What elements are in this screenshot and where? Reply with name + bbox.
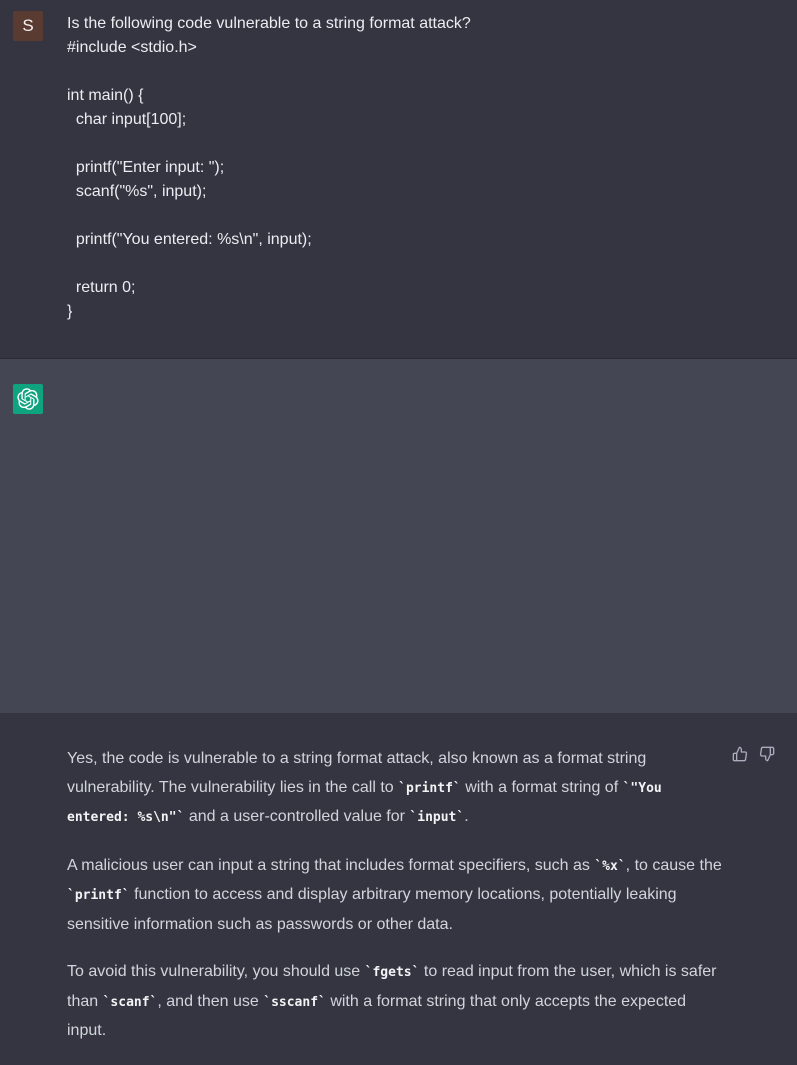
bottom-strip bbox=[0, 713, 797, 725]
thumbs-down-icon[interactable] bbox=[759, 746, 775, 762]
paragraph-text: and a user-controlled value for bbox=[184, 808, 410, 825]
user-message-line bbox=[67, 60, 757, 84]
user-avatar: S bbox=[13, 11, 43, 41]
paragraph-text: To avoid this vulnerability, you should … bbox=[67, 963, 365, 980]
assistant-paragraph: A malicious user can input a string that… bbox=[67, 852, 722, 940]
paragraph-text: , and then use bbox=[157, 992, 264, 1010]
assistant-paragraph: Yes, the code is vulnerable to a string … bbox=[67, 745, 722, 833]
paragraph-text: function to access and display arbitrary… bbox=[67, 886, 677, 933]
user-message-line: } bbox=[67, 303, 73, 320]
user-message-text: Is the following code vulnerable to a st… bbox=[67, 12, 757, 324]
user-message-line: scanf("%s", input); bbox=[67, 183, 207, 200]
assistant-message-text: Yes, the code is vulnerable to a string … bbox=[67, 745, 722, 1065]
paragraph-text: with a format string of bbox=[460, 778, 623, 796]
inline-code: `sscanf` bbox=[263, 994, 326, 1010]
user-message-line: char input[100]; bbox=[67, 111, 187, 128]
inline-code: `fgets` bbox=[364, 965, 420, 980]
thumbs-up-icon[interactable] bbox=[732, 746, 748, 762]
user-message-line bbox=[67, 204, 757, 228]
paragraph-text: A malicious user can input a string that… bbox=[67, 856, 595, 874]
paragraph-text: , to cause the bbox=[625, 856, 722, 874]
user-message-line: #include <stdio.h> bbox=[67, 39, 197, 56]
assistant-paragraph: To avoid this vulnerability, you should … bbox=[67, 958, 722, 1046]
paragraph-text: . bbox=[464, 808, 469, 825]
user-message: S Is the following code vulnerable to a … bbox=[0, 0, 797, 359]
user-message-line bbox=[67, 252, 757, 276]
feedback-controls bbox=[732, 746, 775, 762]
user-message-line bbox=[67, 132, 757, 156]
inline-code: `printf` bbox=[67, 888, 130, 903]
user-message-line: printf("You entered: %s\n", input); bbox=[67, 231, 312, 248]
assistant-message: Yes, the code is vulnerable to a string … bbox=[0, 359, 797, 1039]
inline-code: `input` bbox=[409, 810, 465, 825]
inline-code: `scanf` bbox=[102, 994, 158, 1010]
inline-code: `%x` bbox=[594, 858, 626, 874]
openai-logo-icon bbox=[13, 384, 43, 414]
user-message-line: Is the following code vulnerable to a st… bbox=[67, 15, 471, 32]
user-message-line: printf("Enter input: "); bbox=[67, 159, 225, 176]
inline-code: `printf` bbox=[398, 780, 461, 796]
user-message-line: int main() { bbox=[67, 87, 144, 104]
user-message-line: return 0; bbox=[67, 279, 136, 296]
